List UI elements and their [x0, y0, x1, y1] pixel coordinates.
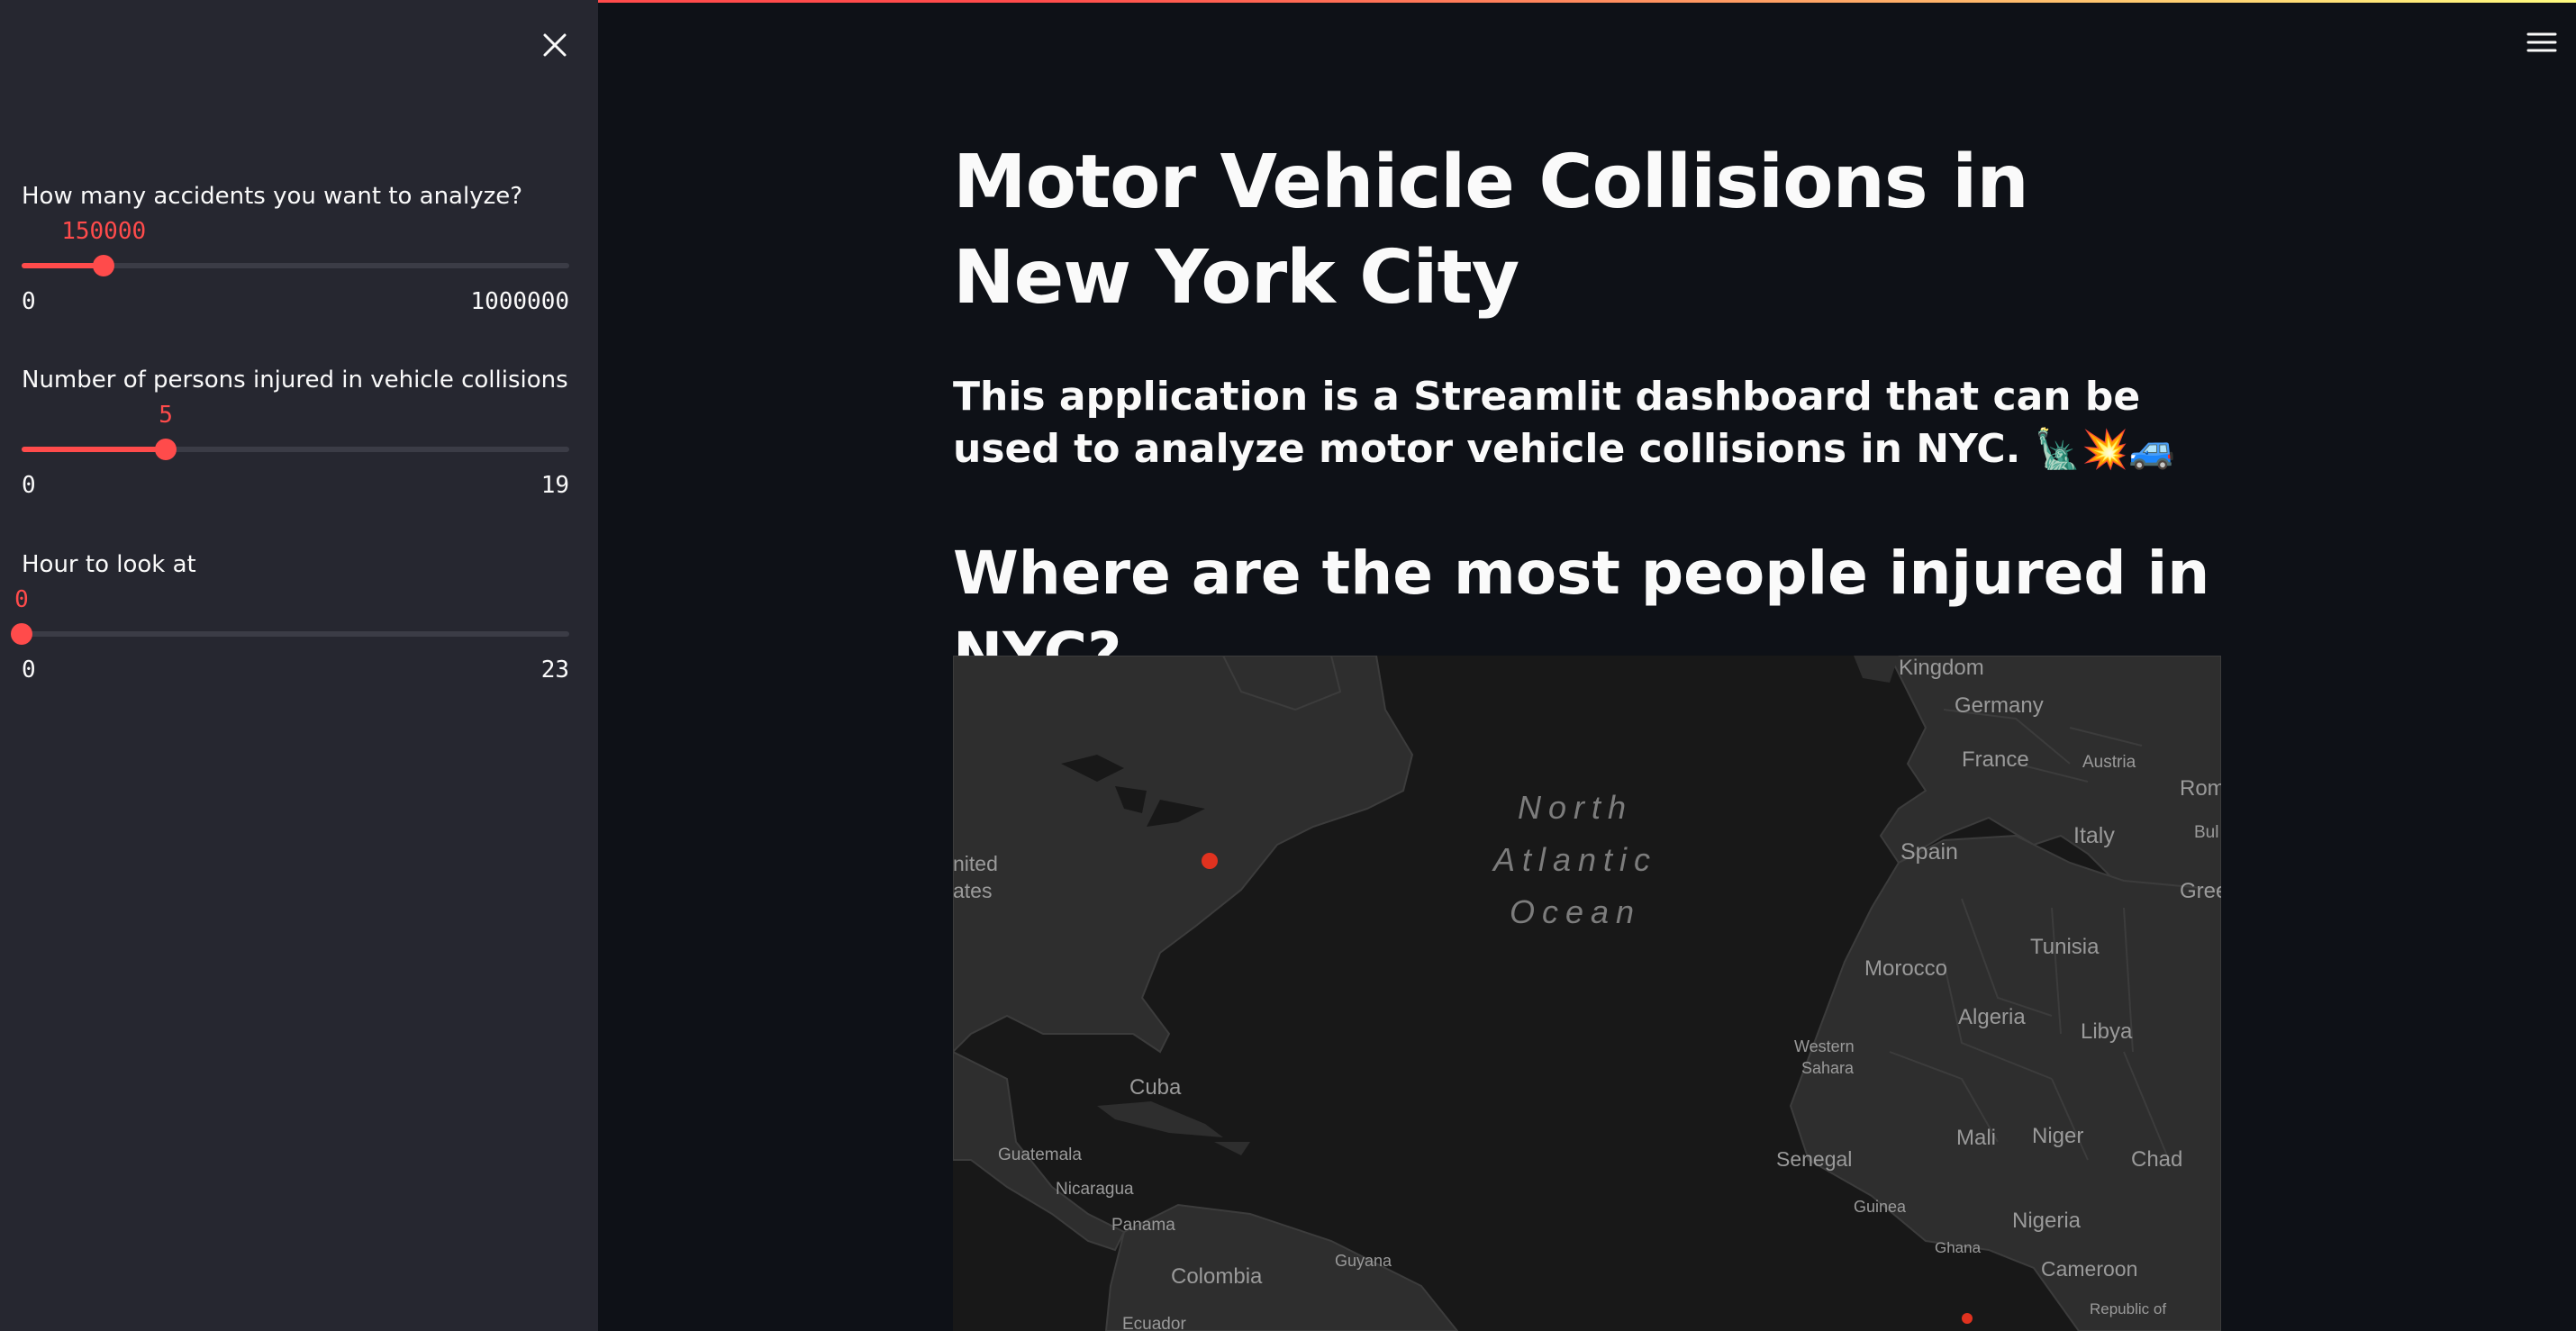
map-label: Cuba [1129, 1075, 1182, 1100]
map-label: Spain [1900, 839, 1958, 865]
map-label: Bul [2194, 823, 2219, 842]
map-label: Rom [2180, 776, 2221, 801]
map-label: Italy [2073, 823, 2115, 848]
slider-min-label: 0 [22, 288, 36, 315]
ocean-label-line: Ocean [1509, 893, 1642, 930]
injured-slider[interactable]: 5 0 19 [22, 396, 569, 504]
close-sidebar-button[interactable] [537, 27, 573, 63]
slider-label: Hour to look at [22, 551, 196, 578]
accidents-slider-group: How many accidents you want to analyze? … [22, 180, 569, 321]
map-label: Ecuador [1122, 1315, 1186, 1331]
accidents-slider[interactable]: 150000 0 1000000 [22, 213, 569, 321]
map-label: Mali [1956, 1126, 1997, 1150]
hamburger-menu-icon [2526, 32, 2557, 52]
map-label: Kingdom [1899, 656, 1984, 680]
map-marker [1962, 1313, 1973, 1324]
map-label: Libya [2081, 1019, 2133, 1044]
map-label: Panama [1111, 1216, 1175, 1235]
slider-fill [22, 447, 167, 452]
map-label: Tunisia [2030, 935, 2100, 959]
subtitle-text: This application is a Streamlit dashboar… [953, 374, 2141, 472]
nyc-injury-marker [1202, 853, 1218, 869]
map-label: Austria [2082, 753, 2136, 772]
hour-slider-group: Hour to look at 0 0 23 [11, 548, 569, 689]
map-label: Morocco [1864, 956, 1948, 981]
sidebar: How many accidents you want to analyze? … [0, 0, 598, 1331]
map-label: Ghana [1935, 1239, 1982, 1256]
ocean-label-line: Atlantic [1493, 841, 1658, 878]
map-label: Republic of [2090, 1300, 2167, 1317]
slider-track[interactable] [22, 439, 569, 460]
map-label: Western [1794, 1037, 1855, 1055]
map-label: Nigeria [2012, 1209, 2082, 1233]
map-label: Germany [1955, 693, 2044, 718]
page-subtitle: This application is a Streamlit dashboar… [953, 371, 2221, 475]
slider-value: 150000 [61, 218, 147, 245]
injuries-map[interactable]: North Atlantic Ocean Kingdom Germany Fra… [953, 656, 2221, 1331]
slider-value: 5 [159, 402, 173, 429]
slider-label: Number of persons injured in vehicle col… [22, 367, 568, 394]
ocean-label-line: North [1518, 789, 1634, 826]
map-label: Niger [2032, 1124, 2084, 1148]
map-label: Guinea [1854, 1198, 1907, 1216]
slider-thumb[interactable] [93, 255, 115, 276]
slider-value: 0 [14, 586, 29, 613]
map-label: Cameroon [2041, 1257, 2138, 1281]
slider-thumb[interactable] [11, 623, 32, 645]
slider-track[interactable] [11, 623, 569, 645]
slider-max-label: 23 [540, 656, 569, 684]
map-label: Gree [2180, 879, 2221, 903]
slider-max-label: 1000000 [470, 288, 569, 315]
map-label: nited [953, 852, 998, 875]
slider-min-label: 0 [22, 472, 36, 499]
hour-slider[interactable]: 0 0 23 [11, 581, 569, 689]
map-label: Guatemala [998, 1145, 1082, 1164]
map-label: ates [953, 879, 993, 902]
map-label: Chad [2131, 1147, 2183, 1172]
map-label: Senegal [1776, 1147, 1853, 1171]
page-title: Motor Vehicle Collisions in New York Cit… [953, 140, 2029, 321]
slider-min-label: 0 [22, 656, 36, 684]
injured-slider-group: Number of persons injured in vehicle col… [22, 364, 569, 504]
slider-label: How many accidents you want to analyze? [22, 183, 523, 210]
slider-fill [22, 263, 104, 268]
map-label: Guyana [1335, 1252, 1392, 1270]
map-label: Algeria [1958, 1005, 2026, 1029]
map-label: Nicaragua [1056, 1180, 1134, 1199]
main-menu-button[interactable] [2526, 29, 2558, 56]
slider-thumb[interactable] [155, 439, 177, 460]
map-label: France [1962, 747, 2029, 772]
slider-track[interactable] [22, 255, 569, 276]
map-label: Sahara [1801, 1059, 1855, 1077]
slider-max-label: 19 [540, 472, 569, 499]
subtitle-emojis: 🗽💥🚙 [2034, 427, 2176, 471]
ocean-label: North Atlantic Ocean [1493, 782, 1657, 938]
close-icon [543, 33, 567, 57]
map-label: Colombia [1171, 1264, 1263, 1289]
